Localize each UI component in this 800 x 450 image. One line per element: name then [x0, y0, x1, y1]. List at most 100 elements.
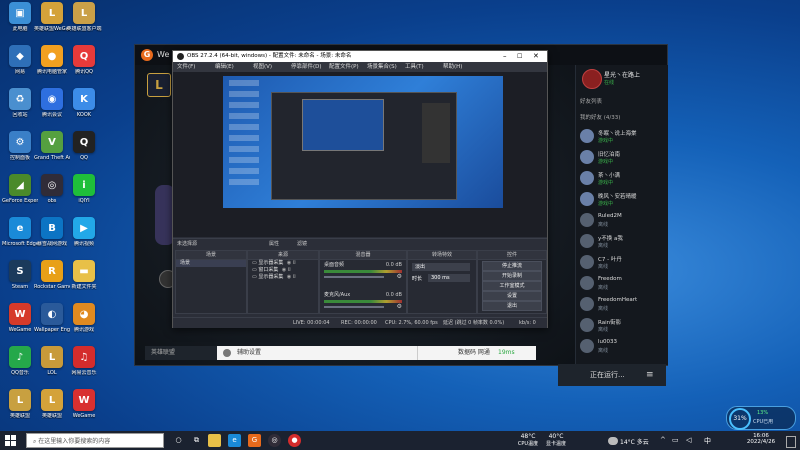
desktop-icon[interactable]: ♪ QQ音乐: [2, 346, 38, 376]
obs-menu-item[interactable]: 停靠部件(D): [291, 62, 322, 72]
control-button[interactable]: 工作室模式: [482, 281, 542, 291]
friend-item[interactable]: 冬眠丶说上海棠 游戏中: [580, 127, 666, 149]
friend-item[interactable]: Freedom 离线: [580, 274, 666, 296]
control-button[interactable]: 开始录制: [482, 271, 542, 281]
desktop-icon[interactable]: L LOL: [34, 346, 70, 376]
desktop-icon[interactable]: V Grand Theft Auto V: [34, 131, 70, 161]
control-button[interactable]: 退出: [482, 301, 542, 311]
obs-menu-item[interactable]: 视图(V): [253, 62, 272, 72]
desktop-icon[interactable]: ◐ Wallpaper Engine: [34, 303, 70, 333]
menu-icon[interactable]: ≡: [646, 364, 654, 386]
desktop-icon[interactable]: ◎ obs: [34, 174, 70, 204]
close-icon[interactable]: ✕: [533, 51, 539, 62]
control-button[interactable]: 停止推流: [482, 261, 542, 271]
lol-logo-icon[interactable]: L: [147, 73, 171, 97]
desktop-icon[interactable]: ● 腾讯电脑管家: [34, 45, 70, 75]
friend-item[interactable]: Rain街影 离线: [580, 316, 666, 338]
duration-input[interactable]: 300 ms: [428, 274, 470, 282]
file-explorer-icon[interactable]: [208, 434, 221, 447]
desktop-icon[interactable]: L 英雄联盟WeGame: [34, 2, 70, 32]
ime-language[interactable]: 中: [704, 436, 711, 446]
obs-menu-item[interactable]: 场景集合(S): [367, 62, 397, 72]
visibility-icon[interactable]: ◉ ⌷: [285, 260, 296, 266]
obs-menu-item[interactable]: 编辑(E): [215, 62, 234, 72]
desktop-icon[interactable]: ▣ 此电脑: [2, 2, 38, 32]
desktop-icon[interactable]: ◉ 腾讯会议: [34, 88, 70, 118]
desktop-icon[interactable]: W WeGame: [2, 303, 38, 333]
visibility-icon[interactable]: ◉ ⌷: [280, 267, 291, 273]
scene-item[interactable]: 场景: [176, 260, 246, 267]
filters-button[interactable]: 滤镜: [297, 239, 307, 249]
desktop-icon[interactable]: ◢ GeForce Experience: [2, 174, 38, 204]
tray-chevron-icon[interactable]: ^: [660, 436, 666, 444]
desktop-icon[interactable]: e Microsoft Edge: [2, 217, 38, 247]
friend-item[interactable]: y不换 a我 离线: [580, 232, 666, 254]
friend-item[interactable]: FreedomHeart 离线: [580, 295, 666, 317]
desktop-icon[interactable]: ♫ 网易云音乐: [66, 346, 102, 376]
source-item[interactable]: ▭ 窗口采集 ◉ ⌷: [248, 267, 318, 274]
friends-group[interactable]: 我的好友 (4/33): [580, 113, 620, 121]
desktop-icon[interactable]: i iQIYI: [66, 174, 102, 204]
cortana-icon[interactable]: ○: [172, 434, 185, 447]
maximize-icon[interactable]: ☐: [517, 51, 522, 62]
running-status[interactable]: 正在运行... ≡: [558, 364, 666, 386]
app-taskbar-icon[interactable]: ●: [288, 434, 301, 447]
edge-icon[interactable]: e: [228, 434, 241, 447]
desktop-icon[interactable]: ▬ 新建文件夹: [66, 260, 102, 290]
obs-menu-item[interactable]: 帮助(H): [443, 62, 462, 72]
friend-item[interactable]: 茶丶小满 游戏中: [580, 169, 666, 191]
desktop-icon[interactable]: L 英雄联盟: [34, 389, 70, 419]
windows-start-icon[interactable]: [5, 435, 16, 446]
desktop-icon[interactable]: Q 腾讯QQ: [66, 45, 102, 75]
volume-icon[interactable]: ◁: [686, 436, 691, 444]
app-icon: Q: [73, 131, 95, 153]
desktop-icon[interactable]: R Rockstar Games: [34, 260, 70, 290]
network-bar[interactable]: 数据码 网通 19ms: [417, 346, 536, 360]
desktop-icon[interactable]: ♻ 回收站: [2, 88, 38, 118]
notification-icon[interactable]: [786, 436, 796, 448]
source-item[interactable]: ▭ 显示器采集 ◉ ⌷: [248, 260, 318, 267]
visibility-icon[interactable]: ◉ ⌷: [285, 274, 296, 280]
desktop-icon[interactable]: ◆ 网易: [2, 45, 38, 75]
obs-preview[interactable]: [173, 72, 547, 237]
friend-item[interactable]: 晚风丶安若晴暖 游戏中: [580, 190, 666, 212]
transition-select[interactable]: 淡出: [412, 263, 470, 271]
desktop-icon[interactable]: L 英雄联盟客户端: [66, 2, 102, 32]
properties-button[interactable]: 属性: [269, 239, 279, 249]
weather[interactable]: 14°C 多云: [620, 437, 649, 446]
network-icon[interactable]: ▭: [672, 436, 679, 444]
friend-item[interactable]: C7 - 叶丹 离线: [580, 253, 666, 275]
clock[interactable]: 16:06 2022/4/26: [740, 433, 782, 445]
desktop-icon[interactable]: K KOOK: [66, 88, 102, 118]
obs-menu-item[interactable]: 工具(T): [405, 62, 424, 72]
wegame-icon[interactable]: G: [248, 434, 261, 447]
preview-nested-screen: [302, 99, 384, 151]
control-button[interactable]: 设置: [482, 291, 542, 301]
desktop-icon[interactable]: Q QQ: [66, 131, 102, 161]
desktop-icon[interactable]: B 暴雪战网游戏: [34, 217, 70, 247]
volume-slider[interactable]: [324, 276, 384, 278]
user-avatar[interactable]: [582, 69, 602, 89]
source-item[interactable]: ▭ 显示器采集 ◉ ⌷: [248, 274, 318, 281]
task-view-icon[interactable]: ⧉: [190, 434, 203, 447]
desktop-icon[interactable]: L 英雄联盟: [2, 389, 38, 419]
controls-panel: 控件 停止推流 开始录制 工作室模式 设置 退出: [477, 250, 547, 314]
assist-bar[interactable]: 辅助设置: [217, 346, 417, 360]
friend-item[interactable]: 旧忆泊南 游戏中: [580, 148, 666, 170]
friend-item[interactable]: lu0033 离线: [580, 337, 666, 359]
obs-taskbar-icon[interactable]: ◎: [268, 434, 281, 447]
desktop-icon[interactable]: ⚙ 控制面板: [2, 131, 38, 161]
friend-item[interactable]: Ruled2M 离线: [580, 211, 666, 233]
gear-icon[interactable]: ⚙: [397, 303, 402, 310]
gear-icon[interactable]: ⚙: [397, 273, 402, 280]
volume-slider[interactable]: [324, 306, 384, 308]
desktop-icon[interactable]: S Steam: [2, 260, 38, 290]
perf-widget[interactable]: 31% 13% CPU已用: [726, 406, 796, 430]
obs-menu-item[interactable]: 配置文件(P): [329, 62, 359, 72]
minimize-icon[interactable]: –: [503, 51, 507, 62]
obs-menu-item[interactable]: 文件(F): [177, 62, 195, 72]
desktop-icon[interactable]: W WeGame: [66, 389, 102, 419]
desktop-icon[interactable]: ◕ 腾讯游戏: [66, 303, 102, 333]
desktop-icon[interactable]: ▶ 腾讯视频: [66, 217, 102, 247]
taskbar-search[interactable]: ⌕ 在这里输入你要搜索的内容: [26, 433, 164, 448]
